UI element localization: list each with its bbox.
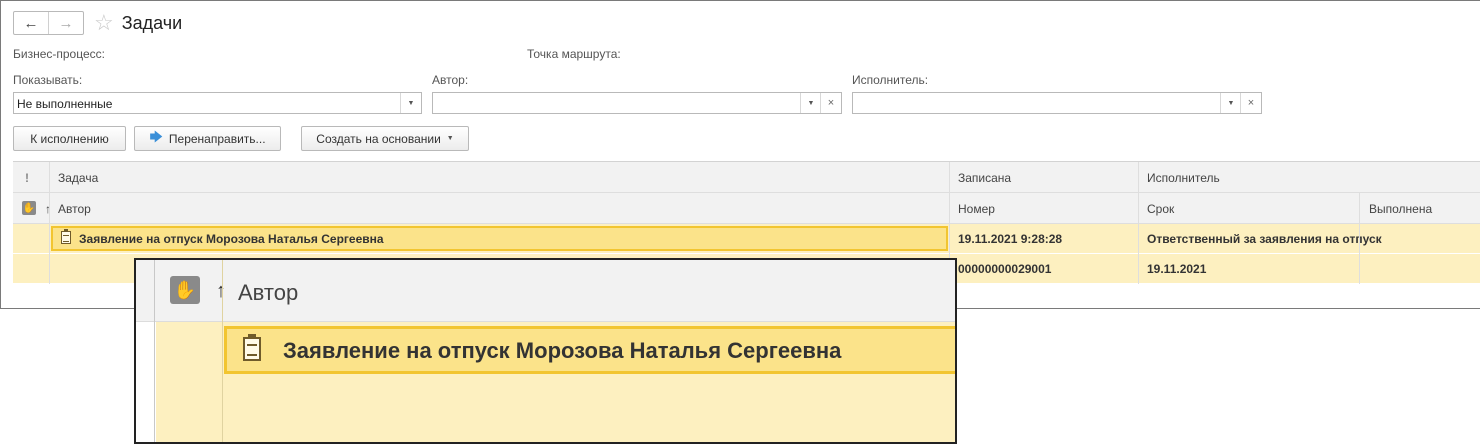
column-header-deadline[interactable]: Срок xyxy=(1147,202,1174,216)
zoom-divider xyxy=(222,260,223,442)
arrow-left-icon: ← xyxy=(23,14,39,32)
zoom-task-cell: Заявление на отпуск Морозова Наталья Сер… xyxy=(224,326,955,374)
column-divider xyxy=(1359,193,1360,284)
execute-button[interactable]: К исполнению xyxy=(13,126,126,151)
zoom-task-text: Заявление на отпуск Морозова Наталья Сер… xyxy=(283,338,842,363)
author-label: Автор: xyxy=(432,73,469,87)
table-header-row-1: ! Задача Записана Исполнитель xyxy=(13,162,1480,193)
executor-label: Исполнитель: xyxy=(852,73,929,87)
redirect-button-label: Перенаправить... xyxy=(168,131,266,146)
execute-button-label: К исполнению xyxy=(30,131,109,146)
sort-arrow-icon: ↑ xyxy=(216,280,226,302)
cell-task-selected[interactable]: Заявление на отпуск Морозова Наталья Сер… xyxy=(51,226,948,251)
sort-arrow-icon: ↑ xyxy=(45,202,51,216)
chevron-down-icon[interactable]: ▼ xyxy=(1220,93,1241,113)
cell-number: 00000000029001 xyxy=(958,262,1052,276)
column-header-task[interactable]: Задача xyxy=(58,171,98,185)
clear-icon[interactable]: × xyxy=(820,93,841,113)
zoom-divider xyxy=(154,260,155,442)
chevron-down-icon: ▼ xyxy=(446,135,454,142)
hand-icon: ✋ xyxy=(170,276,200,304)
hand-icon: ✋ xyxy=(22,201,36,215)
cell-recorded: 19.11.2021 9:28:28 xyxy=(958,232,1063,246)
create-based-on-button[interactable]: Создать на основании ▼ xyxy=(301,126,469,151)
show-select-value: Не выполненные xyxy=(17,97,113,111)
chevron-down-icon[interactable]: ▼ xyxy=(800,93,821,113)
forward-button[interactable]: → xyxy=(48,12,83,34)
zoom-header: ✋ ↑ Автор xyxy=(136,260,955,322)
column-header-author[interactable]: Автор xyxy=(58,202,91,216)
task-document-icon xyxy=(61,229,71,244)
create-based-on-label: Создать на основании xyxy=(316,131,441,146)
title-bar: ← → ☆ Задачи xyxy=(13,10,182,36)
cell-task-text: Заявление на отпуск Морозова Наталья Сер… xyxy=(79,232,384,246)
importance-header[interactable]: ! xyxy=(25,171,29,185)
column-divider xyxy=(49,162,50,284)
zoom-row xyxy=(156,376,955,442)
show-label: Показывать: xyxy=(13,73,83,87)
column-header-executor[interactable]: Исполнитель xyxy=(1147,171,1220,185)
author-field[interactable]: ▼ × xyxy=(432,92,842,114)
zoom-inset: ✋ ↑ Автор Заявление на отпуск Морозова Н… xyxy=(134,258,957,444)
nav-group: ← → xyxy=(13,11,84,35)
page-title: Задачи xyxy=(121,12,183,33)
column-divider xyxy=(1138,162,1139,284)
cell-deadline: 19.11.2021 xyxy=(1147,262,1207,276)
arrow-right-icon: → xyxy=(58,14,74,32)
show-select[interactable]: Не выполненные ▼ xyxy=(13,92,422,114)
zoom-header-author: Автор xyxy=(238,280,299,305)
column-header-completed[interactable]: Выполнена xyxy=(1369,202,1432,216)
route-point-label: Точка маршрута: xyxy=(527,47,621,61)
clear-icon[interactable]: × xyxy=(1240,93,1261,113)
favorite-star-icon[interactable]: ☆ xyxy=(94,12,114,34)
chevron-down-icon[interactable]: ▼ xyxy=(400,93,421,113)
redirect-arrow-icon: 🡆 xyxy=(149,128,163,144)
redirect-button[interactable]: 🡆 Перенаправить... xyxy=(134,126,281,151)
column-header-number[interactable]: Номер xyxy=(958,202,995,216)
business-process-label: Бизнес-процесс: xyxy=(13,47,105,61)
cell-executor: Ответственный за заявления на отпуск xyxy=(1147,232,1382,246)
back-button[interactable]: ← xyxy=(14,12,48,34)
column-header-recorded[interactable]: Записана xyxy=(958,171,1011,185)
table-header-row-2: ✋ ↑ Автор Номер Срок Выполнена xyxy=(13,193,1480,224)
executor-field[interactable]: ▼ × xyxy=(852,92,1262,114)
task-document-icon xyxy=(243,334,261,361)
